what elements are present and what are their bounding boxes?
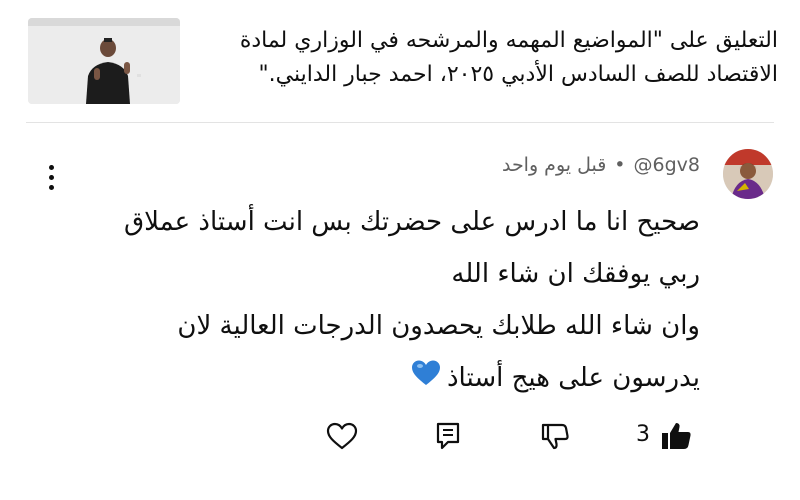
comment-meta: @6gv8 • قبل يوم واحد: [502, 154, 700, 176]
like-count: 3: [636, 422, 650, 447]
reply-button[interactable]: [428, 416, 468, 456]
avatar-image: [723, 149, 773, 199]
thumbs-down-icon: [541, 423, 569, 450]
blue-heart-emoji: [411, 353, 441, 405]
dislike-button[interactable]: [536, 416, 576, 456]
like-button[interactable]: [656, 416, 696, 456]
heart-button[interactable]: [322, 416, 362, 456]
video-thumbnail[interactable]: [28, 18, 180, 104]
divider: [26, 122, 774, 123]
video-title[interactable]: التعليق على "المواضيع المهمه والمرشحه في…: [198, 24, 778, 92]
comment-time[interactable]: قبل يوم واحد: [502, 154, 606, 176]
comment-text: صحيح انا ما ادرس على حضرتك بس انت أستاذ …: [60, 196, 700, 405]
video-title-line-2: الاقتصاد للصف السادس الأدبي ٢٠٢٥، احمد ج…: [258, 62, 779, 87]
comment-line: ربي يوفقك ان شاء الله: [451, 259, 700, 289]
comment-reply-icon: [436, 422, 460, 450]
video-header[interactable]: التعليق على "المواضيع المهمه والمرشحه في…: [0, 0, 800, 122]
comment-line: صحيح انا ما ادرس على حضرتك بس انت أستاذ …: [123, 207, 700, 237]
thumbnail-image: [28, 18, 180, 104]
heart-outline-icon: [326, 422, 358, 450]
video-title-line-1: التعليق على "المواضيع المهمه والمرشحه في…: [239, 28, 778, 53]
comment-line-last: يدرسون على هيج أستاذ: [60, 352, 700, 405]
comment-author[interactable]: @6gv8: [634, 154, 700, 176]
comment-actions: 3: [0, 410, 800, 460]
comment-line: يدرسون على هيج أستاذ: [446, 363, 700, 393]
meta-separator: •: [614, 154, 626, 176]
avatar[interactable]: [723, 149, 773, 199]
more-vertical-icon: [48, 164, 54, 170]
more-options-button[interactable]: [36, 160, 66, 194]
thumbs-up-filled-icon: [662, 423, 691, 449]
comment-line: وان شاء الله طلابك يحصدون الدرجات العالي…: [177, 311, 700, 341]
